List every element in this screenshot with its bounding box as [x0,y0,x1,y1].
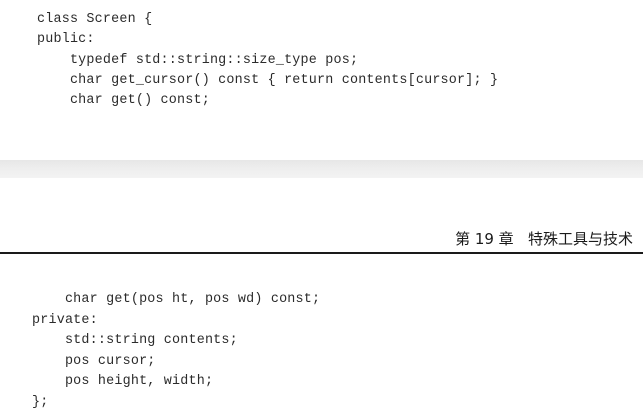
code-line: char get(pos ht, pos wd) const; [32,292,321,307]
code-line: private: [32,313,98,328]
code-line: pos cursor; [32,354,156,369]
code-line: }; [32,395,49,410]
page-separator [0,160,643,178]
code-line: public: [37,32,95,47]
code-line: char get() const; [37,93,210,108]
code-line: std::string contents; [32,333,238,348]
chapter-header: 第 19 章 特殊工具与技术 [455,230,633,248]
top-page-region: class Screen { public: typedef std::stri… [0,0,643,160]
header-rule [0,252,643,254]
code-line: class Screen { [37,12,153,27]
code-line: pos height, width; [32,374,214,389]
code-line: typedef std::string::size_type pos; [37,53,359,68]
code-line: char get_cursor() const { return content… [37,73,499,88]
